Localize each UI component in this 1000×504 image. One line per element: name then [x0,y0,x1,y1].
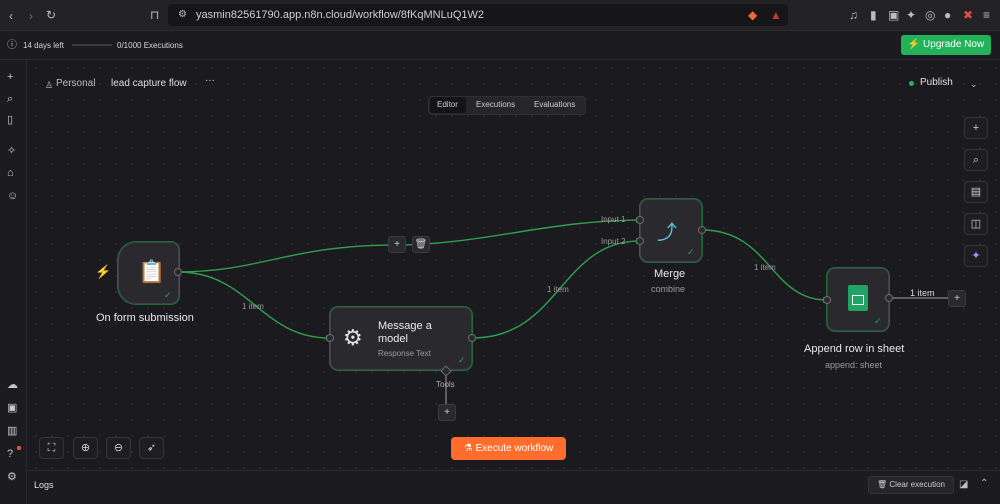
model-input-handle[interactable] [326,334,334,342]
execute-label: Execute workflow [475,443,554,454]
popout-icon[interactable]: ◪ [959,479,968,491]
node-append-sheet[interactable]: ✓ [827,268,889,331]
execute-workflow-button[interactable]: ⚗ Execute workflow [451,437,566,460]
success-check-icon: ✓ [687,247,695,257]
merge-input1-label: Input 1 [601,215,626,224]
node-form-label: On form submission [96,312,194,324]
logs-bar[interactable] [28,470,1000,504]
node-sheet-subtitle: append: sheet [825,360,883,370]
merge-icon: ⤴ [657,222,677,244]
node-form-submission[interactable]: 📋 ✓ [118,242,179,304]
model-output-handle[interactable] [468,334,476,342]
success-check-icon: ✓ [164,290,172,300]
edge-label-form-model: 1 item [242,302,264,311]
edge-form-merge [177,219,641,273]
node-merge-label: Merge [654,268,686,280]
clear-execution-label: Clear execution [889,480,945,489]
form-output-handle[interactable] [174,268,182,276]
logs-title[interactable]: Logs [34,480,54,490]
merge-input2-label: Input 2 [601,237,626,246]
node-message-model[interactable]: ⚙ Message a model Response Text ✓ [330,307,472,370]
add-next-node-button[interactable]: + [948,290,966,307]
merge-output-handle[interactable] [698,226,706,234]
zoom-out-button[interactable]: ⊖ [106,437,131,459]
trash-icon: 🗑 [877,480,888,489]
sheet-grid-icon [852,295,864,305]
node-model-title-1: Message a [378,320,432,332]
node-model-title-2: model [378,333,408,345]
success-check-icon: ✓ [458,355,466,365]
sheet-output-handle[interactable] [885,294,893,302]
trigger-bolt-icon: ⚡ [95,264,112,279]
clear-execution-button[interactable]: 🗑 Clear execution [868,476,954,494]
merge-input2-handle[interactable] [636,237,644,245]
edge-label-model-merge: 1 item [547,285,569,294]
zoom-in-button[interactable]: ⊕ [73,437,98,459]
node-merge[interactable]: ⤴ ✓ [640,199,702,262]
success-check-icon: ✓ [874,316,882,326]
insert-node-button[interactable]: + [388,236,406,253]
edge-label-sheet-out: 1 item [910,288,935,298]
sheet-input-handle[interactable] [823,296,831,304]
merge-input1-handle[interactable] [636,216,644,224]
node-merge-subtitle: combine [651,284,686,294]
tools-label: Tools [436,380,455,389]
delete-connection-button[interactable]: 🗑 [412,236,430,253]
node-sheet-label: Append row in sheet [804,343,905,355]
clipboard-icon: 📋 [138,259,166,284]
add-tool-button[interactable]: + [438,404,456,421]
node-model-subtitle: Response Text [378,349,431,358]
openai-icon: ⚙ [343,325,363,350]
edge-label-merge-sheet: 1 item [754,263,776,272]
flask-icon: ⚗ [463,443,473,454]
fit-view-button[interactable]: ⛶ [39,437,64,459]
tidy-up-button[interactable]: ➶ [139,437,164,459]
chevron-up-icon[interactable]: ⌃ [980,478,988,490]
